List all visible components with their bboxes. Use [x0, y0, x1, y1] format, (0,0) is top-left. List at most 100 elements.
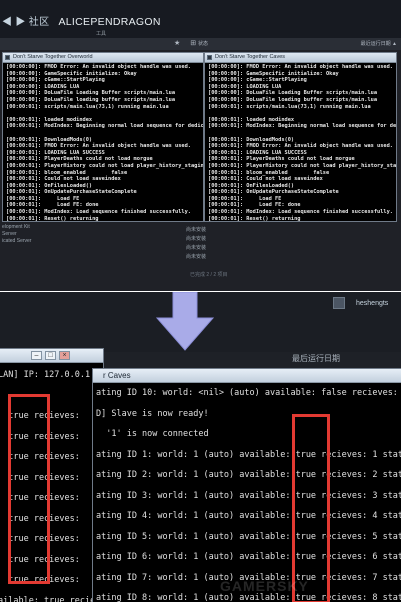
library-server-list: elopment Kit Server icated Server: [0, 224, 31, 245]
console-line: [00:00:01]: Could not load saveindex: [6, 176, 121, 183]
console-line: ating ID 6: world: 1 (auto) available: t…: [96, 552, 401, 562]
console-line: [00:00:01]: Reset() returning: [208, 215, 301, 222]
console-line: [00:00:01]: FMOD Error: An invalid objec…: [6, 143, 191, 150]
console-line: [00:00:01]: LOADING LUA SUCCESS: [6, 149, 105, 156]
console-line: [00:00:00]: cGame::StartPlaying: [6, 77, 105, 84]
console-line: [00:00:00]: LOADING LUA: [6, 83, 80, 90]
console-line: [00:00:00]: DoLuaFile Loading Buffer scr…: [208, 90, 378, 97]
console-line: ating ID 3: world: 1 (auto) available: t…: [96, 490, 401, 501]
install-status-label: 尚未安装: [186, 245, 207, 251]
install-status-list: 尚未安装 尚未安装 尚未安装 尚未安装: [186, 226, 206, 262]
console-line: [00:00:01]: OnUpdatePurchaseStateComplet…: [208, 189, 339, 196]
console-caves-title: Don't Starve Together Caves: [215, 54, 286, 60]
highlight-box-left: [8, 394, 50, 584]
server-list-item: icated Server: [2, 238, 32, 244]
console-line: [00:00:00]: FMOD Error: An invalid objec…: [6, 64, 191, 70]
console-line: [00:00:01]: LOADING LUA SUCCESS: [208, 149, 307, 156]
server-list-item: Server: [2, 231, 17, 237]
console-line: [00:00:01]: PlayerHistory could not load…: [6, 162, 204, 169]
console-line: [00:00:01]: loaded modindex: [208, 116, 295, 123]
console-line: [00:00:01]: scripts/main.lua(73,1) runni…: [6, 103, 169, 110]
console-line: ating ID 5: world: 1 (auto) available: t…: [96, 531, 401, 542]
console-icon: [5, 55, 10, 60]
console-icon: [207, 55, 212, 60]
install-status-label: 尚未安装: [186, 227, 207, 233]
console-right-title: r Caves: [103, 371, 131, 380]
down-arrow-icon: [155, 292, 215, 351]
steam-header: ◀ ▶ 社区 ALICEPENDRAGON 工具: [0, 0, 401, 38]
console-overworld-title: Don't Starve Together Overworld: [13, 54, 93, 60]
console-line: [00:00:01]: OnUpdatePurchaseStateComplet…: [6, 189, 137, 196]
console-line: [00:00:01]: Load FE: [208, 195, 282, 202]
top-screenshot-panel: ◀ ▶ 社区 ALICEPENDRAGON 工具 ★ ⊞ 状态 最近运行日期 ▲…: [0, 0, 401, 291]
console-line: [00:00:01]: bloom_enabled false: [6, 169, 128, 176]
view-toggle-icons[interactable]: ★ ⊞: [174, 39, 200, 47]
console-line: [00:00:01]: scripts/main.lua(73,1) runni…: [208, 103, 371, 110]
console-line: [00:00:01]: ModIndex: Load sequence fini…: [6, 209, 191, 216]
console-line: [00:00:01]: Load FE: done: [6, 202, 99, 209]
console-line: ating ID 10: world: <nil> (auto) availab…: [96, 388, 401, 398]
console-overworld-titlebar[interactable]: Don't Starve Together Overworld: [3, 53, 203, 63]
console-line: [00:00:01]: Reset() returning: [6, 215, 99, 222]
console-line: D] Slave is now ready!: [96, 408, 209, 419]
console-overworld-output: [00:00:00]: FMOD Error: An invalid objec…: [3, 63, 204, 222]
maximize-button[interactable]: □: [45, 351, 56, 360]
console-caves-titlebar[interactable]: Don't Starve Together Caves: [205, 53, 396, 63]
console-line: ating ID 2: world: 1 (auto) available: t…: [96, 470, 401, 480]
console-line: [00:00:00]: DoLuaFile Loading Buffer scr…: [6, 90, 176, 97]
console-left-titlebar[interactable]: – □ ×: [0, 349, 103, 363]
console-line: ating ID 4: world: 1 (auto) available: t…: [96, 511, 401, 521]
console-line: [00:00:00]: GameSpecific initialize: Oka…: [208, 70, 339, 77]
nav-community[interactable]: 社区: [29, 17, 50, 28]
console-line: [00:00:01]: FMOD Error: An invalid objec…: [208, 143, 393, 150]
console-line: [00:00:01]: Load FE: done: [208, 202, 301, 209]
console-right-window[interactable]: r Caves ating ID 10: world: <nil> (auto)…: [92, 368, 401, 602]
install-status-label: 尚未安装: [186, 236, 207, 242]
console-line: [00:00:01]: ModIndex: Load sequence fini…: [208, 209, 393, 216]
console-line: [00:00:01]: OnFilesLoaded(): [208, 182, 295, 189]
watermark-text: GAMERSKY: [220, 578, 309, 594]
nav-sub-tools[interactable]: 工具: [96, 30, 106, 37]
status-column-label[interactable]: 状态: [198, 40, 208, 47]
console-line: [00:00:01]: loaded modindex: [6, 116, 93, 123]
nav-username[interactable]: ALICEPENDRAGON: [58, 16, 160, 28]
console-line: [00:00:00]: DoLuaFile loading buffer scr…: [6, 96, 176, 103]
console-line: [00:00:00]: DoLuaFile loading buffer scr…: [208, 96, 378, 103]
console-caves-output: [00:00:00]: FMOD Error: An invalid objec…: [205, 63, 397, 222]
console-right-titlebar[interactable]: r Caves: [93, 369, 401, 383]
console-line: [00:00:00]: LOADING LUA: [208, 83, 282, 90]
console-right-output: ating ID 10: world: <nil> (auto) availab…: [93, 383, 401, 602]
console-line: [00:00:01]: Could not load saveindex: [208, 176, 323, 183]
minimize-button[interactable]: –: [31, 351, 42, 360]
library-tabstrip: ★ ⊞ 状态 最近运行日期 ▲: [0, 38, 401, 50]
last-run-label[interactable]: 最后运行日期: [292, 353, 340, 364]
console-line: [00:00:00]: GameSpecific initialize: Oka…: [6, 70, 137, 77]
console-line: [00:00:01]: PlayerDeaths could not load …: [208, 156, 355, 163]
library-footer: 已完成 2 / 2 项目: [190, 272, 228, 278]
console-line: [00:00:00]: cGame::StartPlaying: [208, 77, 307, 84]
console-line: [00:00:01]: ModIndex: Beginning normal l…: [6, 123, 204, 130]
close-button[interactable]: ×: [59, 351, 70, 360]
console-line: [00:00:01]: ModIndex: Beginning normal l…: [208, 123, 397, 130]
console-line: [00:00:01]: PlayerHistory could not load…: [208, 162, 397, 169]
console-line: [00:00:01]: Load FE: [6, 195, 80, 202]
console-line: [00:00:01]: bloom_enabled false: [208, 169, 330, 176]
last-run-column-label[interactable]: 最近运行日期 ▲: [361, 40, 397, 47]
console-line: LAN] IP: 127.0.0.1: [0, 370, 91, 380]
install-status-label: 尚未安装: [186, 254, 207, 260]
console-line: [00:00:01]: PlayerDeaths could not load …: [6, 156, 153, 163]
console-overworld-window[interactable]: Don't Starve Together Overworld [00:00:0…: [2, 52, 204, 222]
bottom-username[interactable]: heshengts: [356, 300, 388, 307]
console-line: ailable: true recieves:: [0, 595, 116, 602]
console-line: [00:00:00]: FMOD Error: An invalid objec…: [208, 64, 393, 70]
highlight-box-right: [292, 414, 330, 602]
console-line: [00:00:01]: OnFilesLoaded(): [6, 182, 93, 189]
console-caves-window[interactable]: Don't Starve Together Caves [00:00:00]: …: [204, 52, 397, 222]
avatar[interactable]: [333, 297, 345, 309]
nav-arrows[interactable]: ◀ ▶: [2, 17, 26, 28]
steam-nav: ◀ ▶ 社区 ALICEPENDRAGON: [2, 13, 161, 28]
